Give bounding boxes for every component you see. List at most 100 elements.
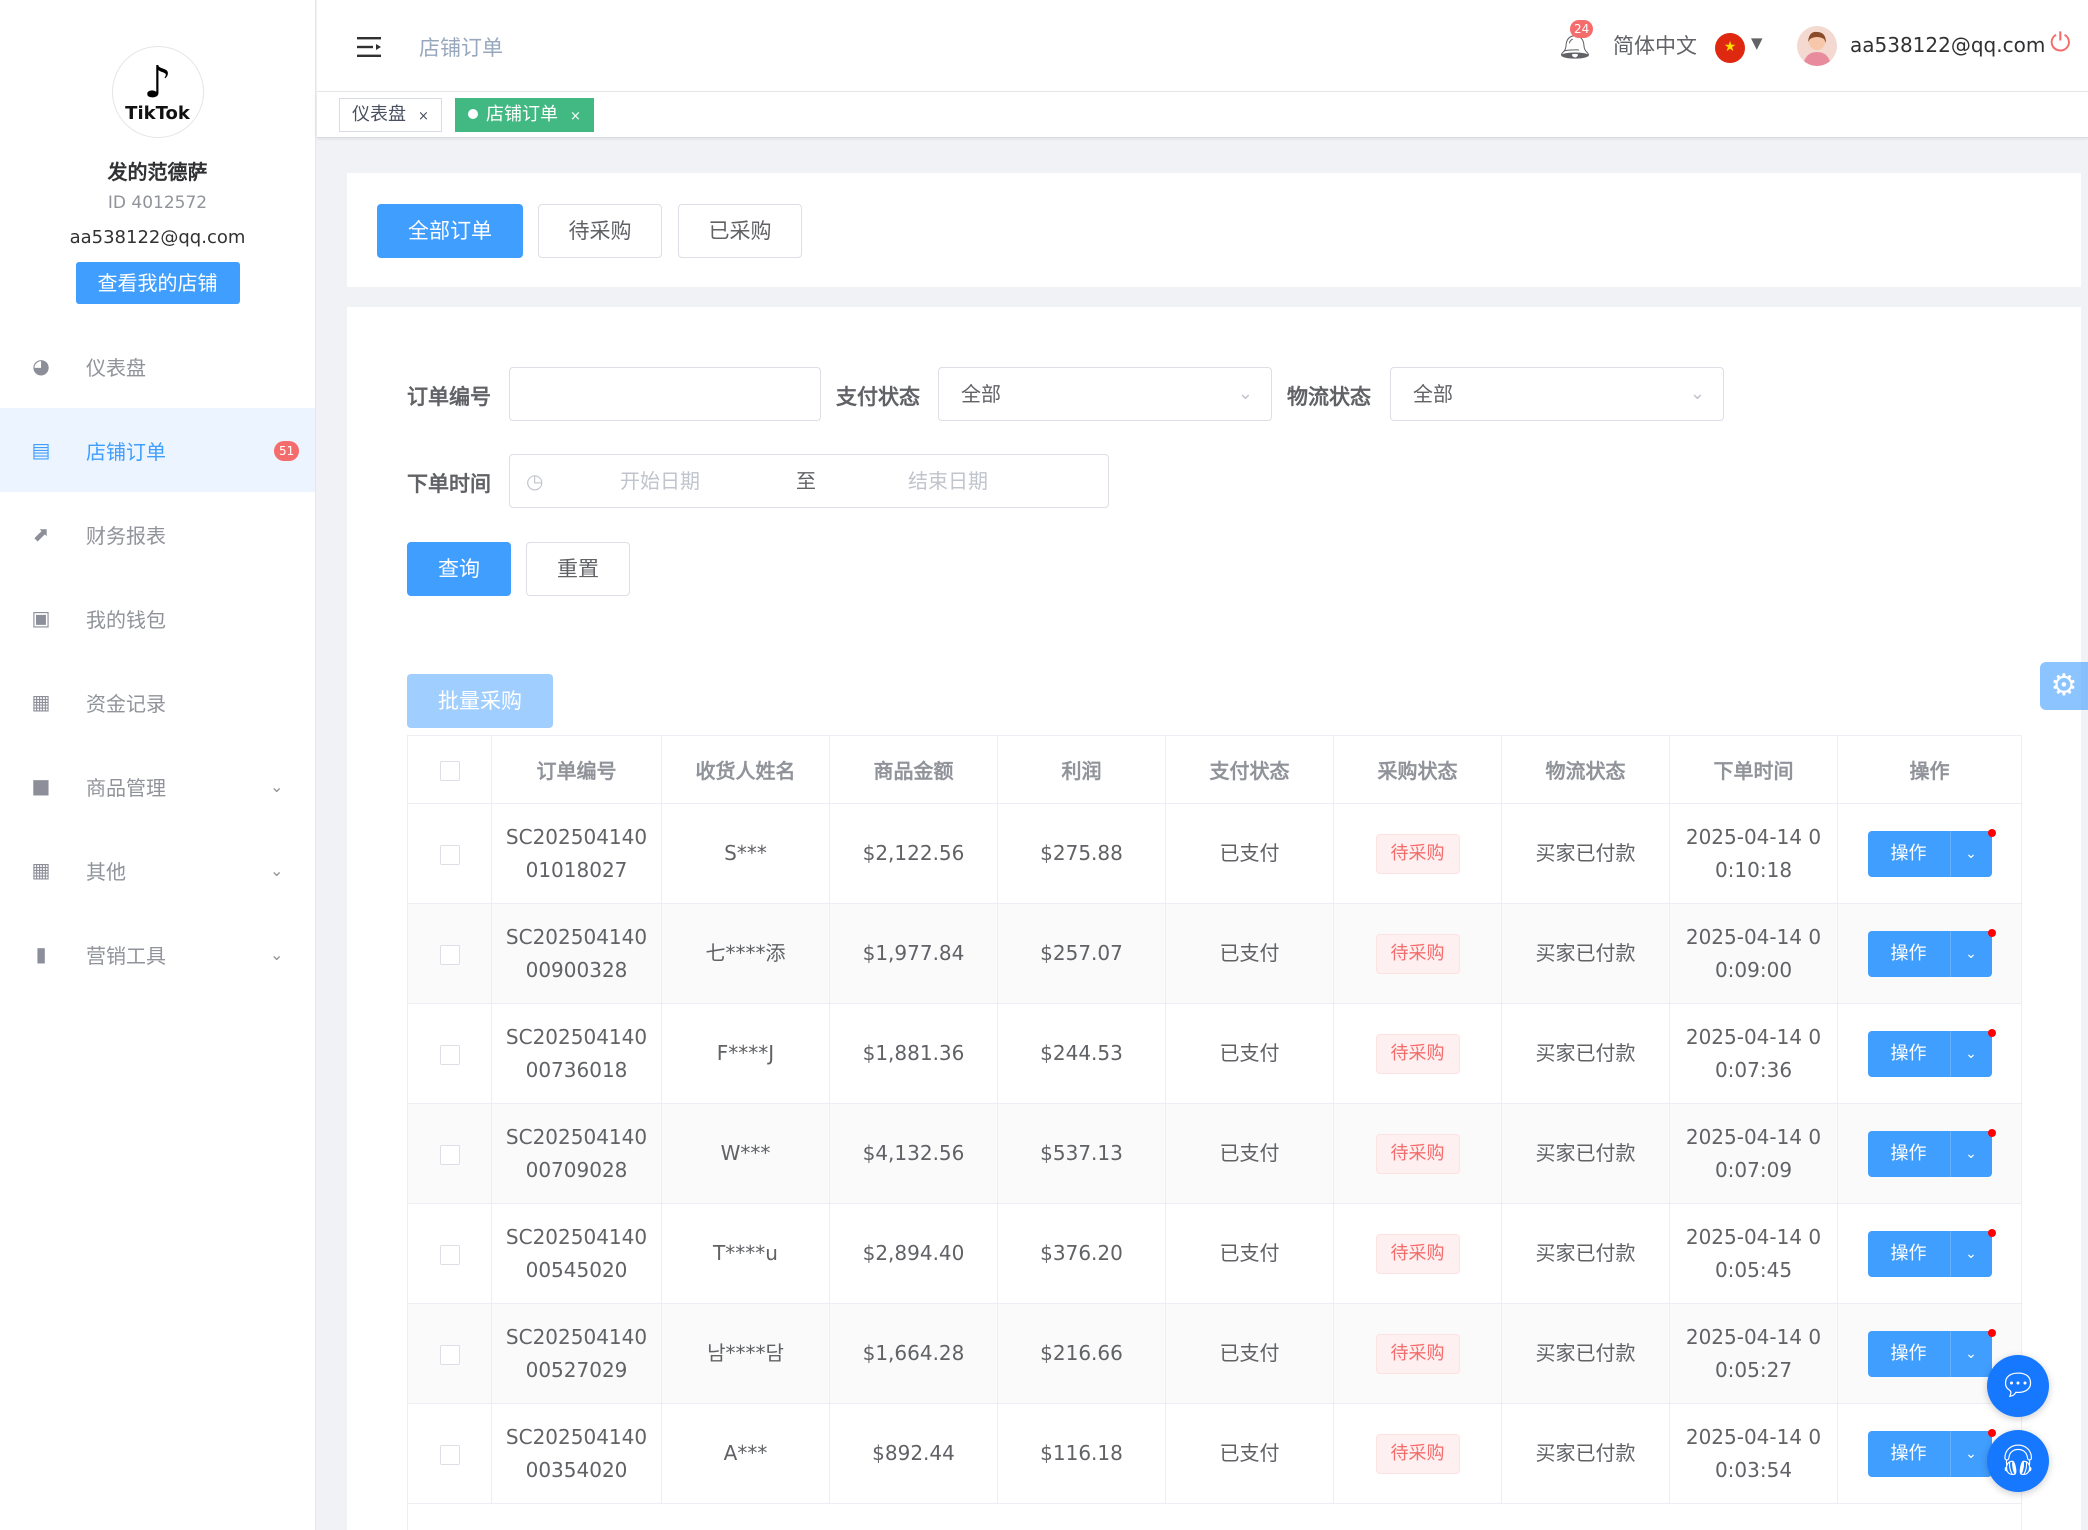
column-header: 利润 bbox=[997, 735, 1166, 804]
briefcase-icon: ■ bbox=[31, 774, 51, 798]
sidebar-item-store-orders[interactable]: ▤ 店铺订单 51 bbox=[0, 408, 315, 492]
tab-store-orders[interactable]: 店铺订单 × bbox=[455, 98, 594, 132]
view-shop-button[interactable]: 查看我的店铺 bbox=[75, 262, 240, 304]
close-icon[interactable]: × bbox=[570, 109, 581, 124]
date-range-picker[interactable]: ◷ 开始日期 至 结束日期 bbox=[509, 454, 1109, 508]
logistics-status-select[interactable]: 全部 ⌄ bbox=[1390, 367, 1724, 421]
table-row bbox=[407, 1503, 2022, 1530]
order-time-cell: 2025-04-14 0 0:05:45 bbox=[1669, 1203, 1838, 1304]
chevron-down-icon[interactable]: ⌄ bbox=[1949, 1230, 1992, 1277]
date-separator: 至 bbox=[796, 469, 816, 493]
chevron-down-icon[interactable]: ⌄ bbox=[1949, 930, 1992, 977]
row-select-cell bbox=[407, 803, 492, 904]
all-orders-button[interactable]: 全部订单 bbox=[377, 204, 523, 258]
operation-button[interactable]: 操作 bbox=[1867, 1030, 1950, 1077]
purchased-button[interactable]: 已采购 bbox=[678, 204, 802, 258]
column-header: 下单时间 bbox=[1669, 735, 1838, 804]
operation-button[interactable]: 操作 bbox=[1867, 930, 1950, 977]
top-header: 店铺订单 🔔︎ 24 简体中文 ★ ▼ aa538122@qq.com ⏻ bbox=[317, 0, 2088, 92]
order-no-cell: SC202504140 00527029 bbox=[491, 1303, 662, 1404]
user-email[interactable]: aa538122@qq.com bbox=[1850, 33, 2045, 57]
sidebar-item-finance-report[interactable]: ⬈ 财务报表 bbox=[0, 492, 315, 576]
pending-purchase-button[interactable]: 待采购 bbox=[538, 204, 662, 258]
row-checkbox[interactable] bbox=[439, 1444, 460, 1465]
row-checkbox[interactable] bbox=[439, 1144, 460, 1165]
logistics-status-cell: 买家已付款 bbox=[1501, 903, 1670, 1004]
row-select-cell bbox=[407, 1003, 492, 1104]
close-icon[interactable]: × bbox=[418, 109, 429, 124]
row-select-cell bbox=[407, 1303, 492, 1404]
order-no-part: SC202504140 bbox=[505, 1224, 648, 1249]
operation-button[interactable]: 操作 bbox=[1867, 830, 1950, 877]
order-no-input[interactable] bbox=[509, 367, 821, 421]
chevron-down-icon[interactable]: ⌄ bbox=[1949, 830, 1992, 877]
notification-dot bbox=[1987, 1328, 1996, 1337]
order-no-cell: SC202504140 00354020 bbox=[491, 1403, 662, 1504]
sidebar-item-fund-records[interactable]: ▦ 资金记录 bbox=[0, 660, 315, 744]
avatar[interactable] bbox=[1797, 26, 1837, 66]
batch-purchase-button[interactable]: 批量采购 bbox=[407, 674, 553, 728]
power-icon[interactable]: ⏻ bbox=[2050, 28, 2071, 59]
caret-down-icon[interactable]: ▼ bbox=[1751, 34, 1763, 52]
table-row: SC202504140 00527029 남****담 $1,664.28 $216.6… bbox=[407, 1303, 2022, 1404]
amount-cell: $1,977.84 bbox=[829, 903, 998, 1004]
purchase-status-cell: 待采购 bbox=[1333, 1403, 1502, 1504]
chevron-down-icon[interactable]: ⌄ bbox=[1949, 1330, 1992, 1377]
query-button[interactable]: 查询 bbox=[407, 542, 511, 596]
operation-button[interactable]: 操作 bbox=[1867, 1430, 1950, 1477]
order-time-cell: 2025-04-14 0 0:09:00 bbox=[1669, 903, 1838, 1004]
chevron-down-icon: ⌄ bbox=[270, 860, 284, 880]
chevron-down-icon[interactable]: ⌄ bbox=[1949, 1130, 1992, 1177]
order-no-part: 00545020 bbox=[525, 1257, 628, 1282]
row-checkbox[interactable] bbox=[439, 944, 460, 965]
amount-cell: $892.44 bbox=[829, 1403, 998, 1504]
profit-cell: $537.13 bbox=[997, 1103, 1166, 1204]
chevron-down-icon[interactable]: ⌄ bbox=[1949, 1430, 1992, 1477]
table-row: SC202504140 00900328 七****添 $1,977.84 $257.0… bbox=[407, 903, 2022, 1004]
reset-button[interactable]: 重置 bbox=[526, 542, 630, 596]
sidebar-item-label: 财务报表 bbox=[86, 523, 166, 548]
sidebar-item-product-management[interactable]: ■ 商品管理 ⌄ bbox=[0, 744, 315, 828]
operation-cell: 操作 ⌄ bbox=[1837, 803, 2022, 904]
operation-button[interactable]: 操作 bbox=[1867, 1130, 1950, 1177]
end-date-input[interactable]: 结束日期 bbox=[908, 455, 988, 507]
china-flag-icon[interactable]: ★ bbox=[1715, 33, 1745, 63]
row-checkbox[interactable] bbox=[439, 844, 460, 865]
order-no-part: SC202504140 bbox=[505, 1324, 648, 1349]
row-checkbox[interactable] bbox=[439, 1344, 460, 1365]
status-badge: 待采购 bbox=[1375, 1233, 1460, 1274]
purchase-status-cell: 待采购 bbox=[1333, 803, 1502, 904]
chat-bubble-icon[interactable]: 💬︎ bbox=[1987, 1355, 2049, 1417]
operation-split-button: 操作 ⌄ bbox=[1867, 928, 1996, 977]
sidebar-item-other[interactable]: ▦ 其他 ⌄ bbox=[0, 828, 315, 912]
operation-button[interactable]: 操作 bbox=[1867, 1330, 1950, 1377]
settings-gear-icon[interactable]: ⚙ bbox=[2040, 662, 2088, 710]
sidebar-item-label: 我的钱包 bbox=[86, 607, 166, 632]
headset-icon[interactable]: 🎧︎ bbox=[1987, 1430, 2049, 1492]
tab-dashboard[interactable]: 仪表盘 × bbox=[339, 98, 442, 132]
time-part: 2025-04-14 0 bbox=[1685, 1124, 1822, 1149]
order-no-part: SC202504140 bbox=[505, 1024, 648, 1049]
profit-cell: $216.66 bbox=[997, 1303, 1166, 1404]
menu-toggle-icon[interactable] bbox=[357, 36, 383, 58]
time-part: 0:09:00 bbox=[1714, 957, 1793, 982]
sidebar-item-dashboard[interactable]: ◕ 仪表盘 bbox=[0, 324, 315, 408]
select-all-checkbox[interactable] bbox=[439, 761, 460, 781]
row-checkbox[interactable] bbox=[439, 1044, 460, 1065]
start-date-input[interactable]: 开始日期 bbox=[620, 455, 700, 507]
notification-badge: 24 bbox=[1570, 20, 1594, 38]
notification-dot bbox=[1987, 828, 1996, 837]
bar-chart-icon: ▮ bbox=[35, 942, 47, 966]
logistics-status-label: 物流状态 bbox=[1287, 385, 1371, 409]
operation-button[interactable]: 操作 bbox=[1867, 1230, 1950, 1277]
sidebar-item-wallet[interactable]: ▣ 我的钱包 bbox=[0, 576, 315, 660]
chevron-down-icon[interactable]: ⌄ bbox=[1949, 1030, 1992, 1077]
time-part: 0:05:27 bbox=[1714, 1357, 1793, 1382]
dashboard-icon: ◕ bbox=[32, 354, 50, 378]
order-no-cell: SC202504140 00736018 bbox=[491, 1003, 662, 1104]
language-selector[interactable]: 简体中文 bbox=[1613, 30, 1697, 60]
active-dot-icon bbox=[468, 108, 478, 119]
sidebar-item-marketing-tools[interactable]: ▮ 营销工具 ⌄ bbox=[0, 912, 315, 996]
row-checkbox[interactable] bbox=[439, 1244, 460, 1265]
pay-status-select[interactable]: 全部 ⌄ bbox=[938, 367, 1272, 421]
